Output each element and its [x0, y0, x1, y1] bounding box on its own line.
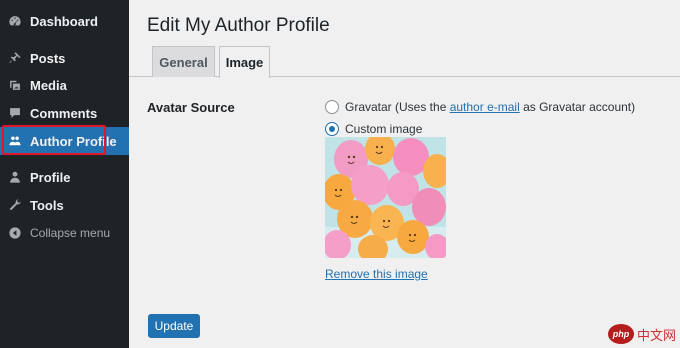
main-content: Edit My Author Profile General Image Ava… [129, 0, 680, 348]
watermark-text: 中文网 [636, 328, 676, 344]
admin-sidebar: Dashboard Posts Media Comments Author Pr… [0, 0, 129, 348]
gravatar-prefix: Gravatar (Uses the [345, 100, 450, 114]
watermark: php 中文网 [607, 324, 676, 344]
author-email-link[interactable]: author e-mail [450, 100, 520, 114]
remove-image-link[interactable]: Remove this image [325, 267, 428, 281]
wrench-icon [7, 197, 23, 213]
pin-icon [7, 50, 23, 66]
sidebar-item-profile[interactable]: Profile [0, 163, 129, 191]
sidebar-item-comments[interactable]: Comments [0, 99, 129, 127]
custom-image-option: Custom image [325, 122, 422, 136]
sidebar-item-label: Collapse menu [30, 226, 111, 240]
custom-image-radio[interactable] [325, 122, 339, 136]
gravatar-suffix: as Gravatar account) [519, 100, 636, 114]
sidebar-item-media[interactable]: Media [0, 71, 129, 99]
sidebar-item-label: Profile [30, 169, 71, 185]
avatar-source-label: Avatar Source [147, 100, 235, 115]
page-title: Edit My Author Profile [147, 15, 330, 36]
sidebar-item-tools[interactable]: Tools [0, 191, 129, 219]
sidebar-item-posts[interactable]: Posts [0, 44, 129, 72]
sidebar-item-label: Tools [30, 197, 64, 213]
custom-image-label: Custom image [345, 122, 423, 136]
sidebar-item-label: Media [30, 77, 67, 93]
update-button[interactable]: Update [148, 314, 200, 338]
media-icon [7, 77, 23, 93]
gravatar-radio[interactable] [325, 100, 339, 114]
tab-general[interactable]: General [152, 46, 215, 77]
php-logo: php [607, 324, 634, 344]
sidebar-item-label: Dashboard [30, 13, 98, 29]
user-icon [7, 169, 23, 185]
sidebar-item-label: Comments [30, 105, 98, 121]
tab-image[interactable]: Image [219, 46, 270, 78]
collapse-icon [7, 225, 23, 241]
tab-bar: General Image [129, 46, 680, 78]
dashboard-icon [7, 13, 23, 29]
gravatar-option: Gravatar (Uses the author e-mail as Grav… [325, 100, 635, 114]
sidebar-item-label: Posts [30, 50, 66, 66]
sidebar-item-dashboard[interactable]: Dashboard [0, 7, 129, 35]
avatar-preview-image [325, 137, 446, 258]
sidebar-collapse-menu[interactable]: Collapse menu [0, 219, 129, 247]
highlight-box [2, 125, 106, 155]
comment-icon [7, 105, 23, 121]
